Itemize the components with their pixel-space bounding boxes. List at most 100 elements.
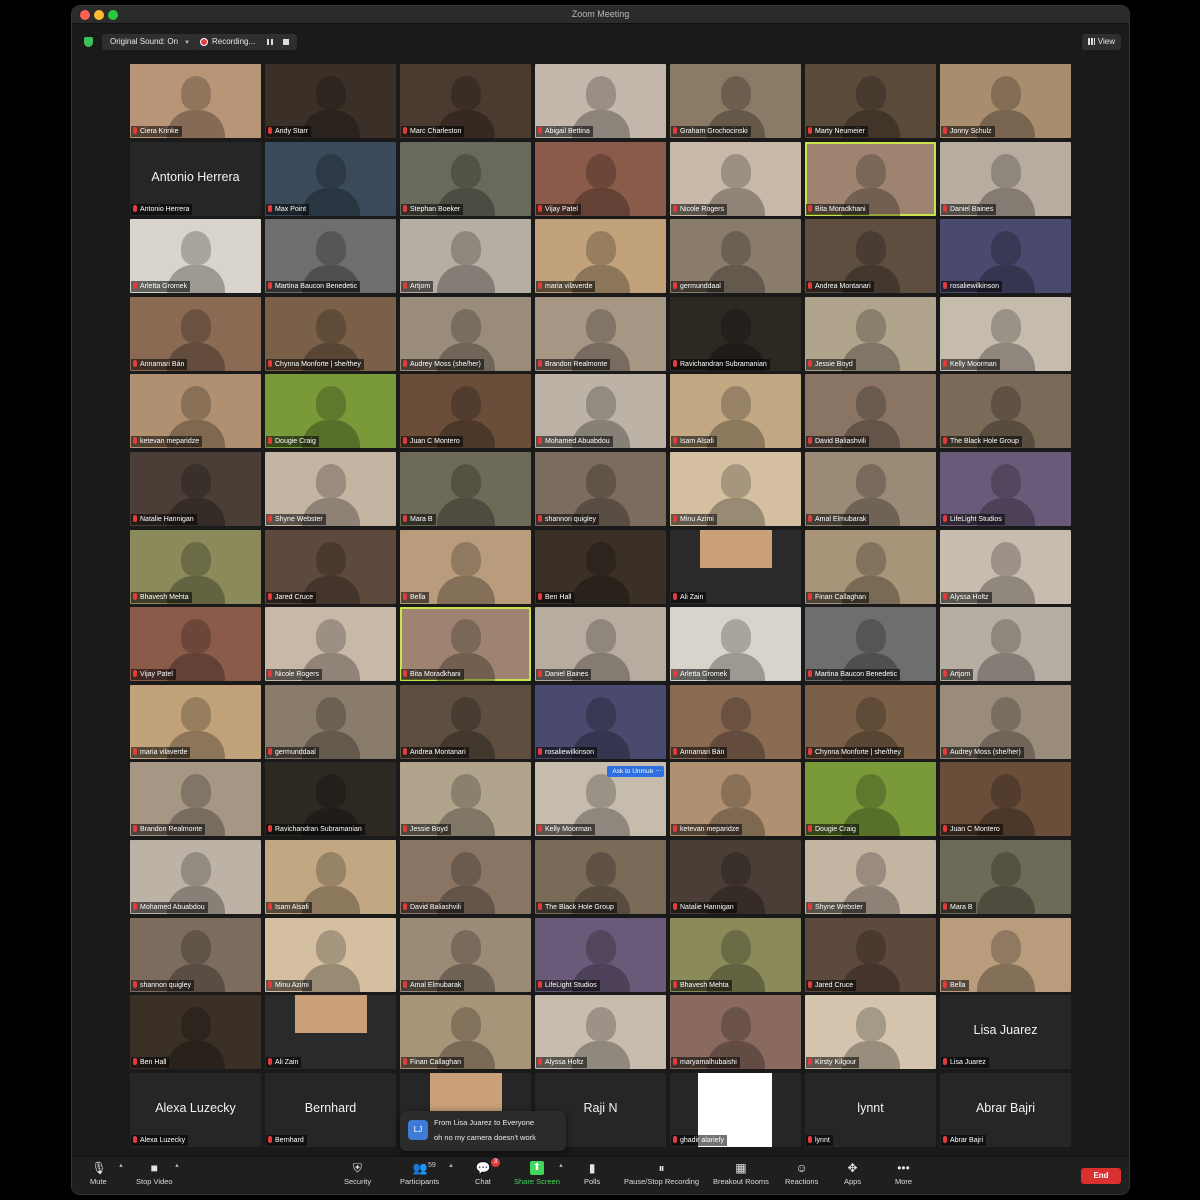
participant-tile[interactable]: lynnt lynnt <box>805 1072 936 1147</box>
participant-tile[interactable]: Mohamed Abuabdou <box>535 374 666 449</box>
participant-tile[interactable]: shannon quigley <box>535 451 666 526</box>
security-button[interactable]: ⛨ Security <box>344 1161 371 1186</box>
participant-tile[interactable]: Bhavesh Mehta <box>670 917 801 992</box>
participant-tile[interactable]: Ali Zain <box>265 995 396 1070</box>
participant-tile[interactable]: Bhavesh Mehta <box>130 529 261 604</box>
more-button[interactable]: ••• More <box>895 1161 912 1186</box>
participant-tile[interactable]: Jared Cruce <box>805 917 936 992</box>
breakout-rooms-button[interactable]: ▦ Breakout Rooms <box>713 1161 769 1186</box>
participant-tile[interactable]: Martina Baucon Benedetic <box>265 219 396 294</box>
chevron-up-icon[interactable]: ▲ <box>558 1163 564 1169</box>
participant-tile[interactable]: germunddaal <box>265 684 396 759</box>
participant-tile[interactable]: Finan Callaghan <box>400 995 531 1070</box>
participant-tile[interactable]: Daniel Baines <box>535 607 666 682</box>
participant-tile[interactable]: Vijay Patel <box>130 607 261 682</box>
view-button[interactable]: View <box>1081 34 1121 50</box>
participant-tile[interactable]: Jessie Boyd <box>400 762 531 837</box>
participant-tile[interactable]: Max Point <box>265 141 396 216</box>
participant-tile[interactable]: Dougie Craig <box>265 374 396 449</box>
chevron-up-icon[interactable]: ▲ <box>174 1163 180 1169</box>
participant-tile[interactable]: Martina Baucon Benedetic <box>805 607 936 682</box>
participant-tile[interactable]: maryamalhubaishi <box>670 995 801 1070</box>
stop-recording-icon[interactable] <box>283 39 289 45</box>
pause-stop-recording-button[interactable]: ⏸ Pause/Stop Recording <box>624 1161 699 1186</box>
participant-tile[interactable]: shannon quigley <box>130 917 261 992</box>
participant-tile[interactable]: Nicole Rogers <box>265 607 396 682</box>
participant-tile[interactable]: Shyne Webster <box>805 839 936 914</box>
participant-tile[interactable]: Shyne Webster <box>265 451 396 526</box>
shield-icon[interactable] <box>84 37 93 47</box>
participant-tile[interactable]: Jonny Schulz <box>940 64 1071 138</box>
participant-tile[interactable]: Graham Grochocinski <box>670 64 801 138</box>
participant-tile[interactable]: Chynna Monforte | she/they <box>805 684 936 759</box>
participant-tile[interactable]: Lisa Juarez Lisa Juarez <box>940 995 1071 1070</box>
chat-button[interactable]: 💬 3 Chat <box>475 1158 500 1186</box>
participant-tile[interactable]: Dougie Craig <box>805 762 936 837</box>
original-sound-toggle[interactable]: Original Sound: On ▼ <box>102 34 198 50</box>
participant-tile[interactable]: Alyssa Holtz <box>940 529 1071 604</box>
participant-tile[interactable]: Natalie Hannigan <box>130 451 261 526</box>
participant-tile[interactable]: Finan Callaghan <box>805 529 936 604</box>
participant-tile[interactable]: Annamari Bán <box>670 684 801 759</box>
participant-tile[interactable]: Annamari Bán <box>130 296 261 371</box>
chat-notification[interactable]: LJ From Lisa Juarez to Everyone oh no my… <box>400 1111 566 1151</box>
participant-tile[interactable]: Audrey Moss (she/her) <box>400 296 531 371</box>
participant-tile[interactable]: The Black Hole Group <box>535 839 666 914</box>
participant-tile[interactable]: Ravichandran Subramanian <box>670 296 801 371</box>
participant-tile[interactable]: Bella <box>400 529 531 604</box>
reactions-button[interactable]: ☺ Reactions <box>785 1161 818 1186</box>
end-meeting-button[interactable]: End <box>1081 1168 1121 1184</box>
chevron-up-icon[interactable]: ▲ <box>448 1163 454 1169</box>
participant-tile[interactable]: Chynna Monforte | she/they <box>265 296 396 371</box>
participant-tile[interactable]: ghadir alariefy <box>670 1072 801 1147</box>
participant-tile[interactable]: LifeLight Studios <box>940 451 1071 526</box>
participant-tile[interactable]: Natalie Hannigan <box>670 839 801 914</box>
participant-tile[interactable]: Alyssa Holtz <box>535 995 666 1070</box>
participant-tile[interactable]: Jessie Boyd <box>805 296 936 371</box>
participant-tile[interactable]: Minu Azimi <box>265 917 396 992</box>
ask-to-unmute-button[interactable]: Ask to Unmute… <box>607 766 664 778</box>
participant-tile[interactable]: Kirsty Kilgour <box>805 995 936 1070</box>
participant-tile[interactable]: Ciera Krinke <box>130 64 261 138</box>
participant-tile[interactable]: The Black Hole Group <box>940 374 1071 449</box>
more-dots-icon[interactable]: … <box>653 766 664 778</box>
participant-tile[interactable]: Marty Neumeier <box>805 64 936 138</box>
participant-tile[interactable]: rosaliewilkinson <box>535 684 666 759</box>
participant-tile[interactable]: Brandon Realmonte <box>130 762 261 837</box>
participant-tile[interactable]: Amal Elmubarak <box>805 451 936 526</box>
participant-tile[interactable]: Arletta Gromek <box>670 607 801 682</box>
participant-tile[interactable]: Andrea Montanari <box>805 219 936 294</box>
participant-tile[interactable]: Minu Azimi <box>670 451 801 526</box>
participant-tile[interactable]: Ali Zain <box>670 529 801 604</box>
participant-tile[interactable]: Nicole Rogers <box>670 141 801 216</box>
stop-video-button[interactable]: ■ Stop Video <box>136 1161 173 1186</box>
participant-tile[interactable]: Juan C Montero <box>400 374 531 449</box>
participant-tile[interactable]: Alexa Luzecky Alexa Luzecky <box>130 1072 261 1147</box>
participant-tile[interactable]: ketevan meparidze <box>670 762 801 837</box>
participant-tile[interactable]: maria vilaverde <box>130 684 261 759</box>
participants-button[interactable]: 👥 59 Participants <box>400 1161 439 1186</box>
participant-tile[interactable]: Brandon Realmonte <box>535 296 666 371</box>
participant-tile[interactable]: Amal Elmubarak <box>400 917 531 992</box>
mute-button[interactable]: 🎙 Mute <box>90 1161 107 1186</box>
participant-tile[interactable]: Andy Starr <box>265 64 396 138</box>
participant-tile[interactable]: Vijay Patel <box>535 141 666 216</box>
participant-tile[interactable]: Mohamed Abuabdou <box>130 839 261 914</box>
participant-tile[interactable]: Artjom <box>940 607 1071 682</box>
participant-tile[interactable]: rosaliewilkinson <box>940 219 1071 294</box>
participant-tile[interactable]: Isam Alsafi <box>670 374 801 449</box>
participant-tile[interactable]: Mara B <box>400 451 531 526</box>
participant-tile[interactable]: Kelly Moorman Ask to Unmute… <box>535 762 666 837</box>
participant-tile[interactable]: Ravichandran Subramanian <box>265 762 396 837</box>
participant-tile[interactable]: Daniel Baines <box>940 141 1071 216</box>
participant-tile[interactable]: maria vilaverde <box>535 219 666 294</box>
participant-tile[interactable]: Abrar Bajri Abrar Bajri <box>940 1072 1071 1147</box>
participant-tile[interactable]: Stephan Boeker <box>400 141 531 216</box>
participant-tile[interactable]: Bita Moradkhani <box>400 607 531 682</box>
participant-tile[interactable]: Bita Moradkhani <box>805 141 936 216</box>
participant-tile[interactable]: ketevan meparidze <box>130 374 261 449</box>
participant-tile[interactable]: Marc Charleston <box>400 64 531 138</box>
share-screen-button[interactable]: ⬆ Share Screen <box>514 1161 560 1186</box>
participant-tile[interactable]: Bella <box>940 917 1071 992</box>
participant-tile[interactable]: Jared Cruce <box>265 529 396 604</box>
